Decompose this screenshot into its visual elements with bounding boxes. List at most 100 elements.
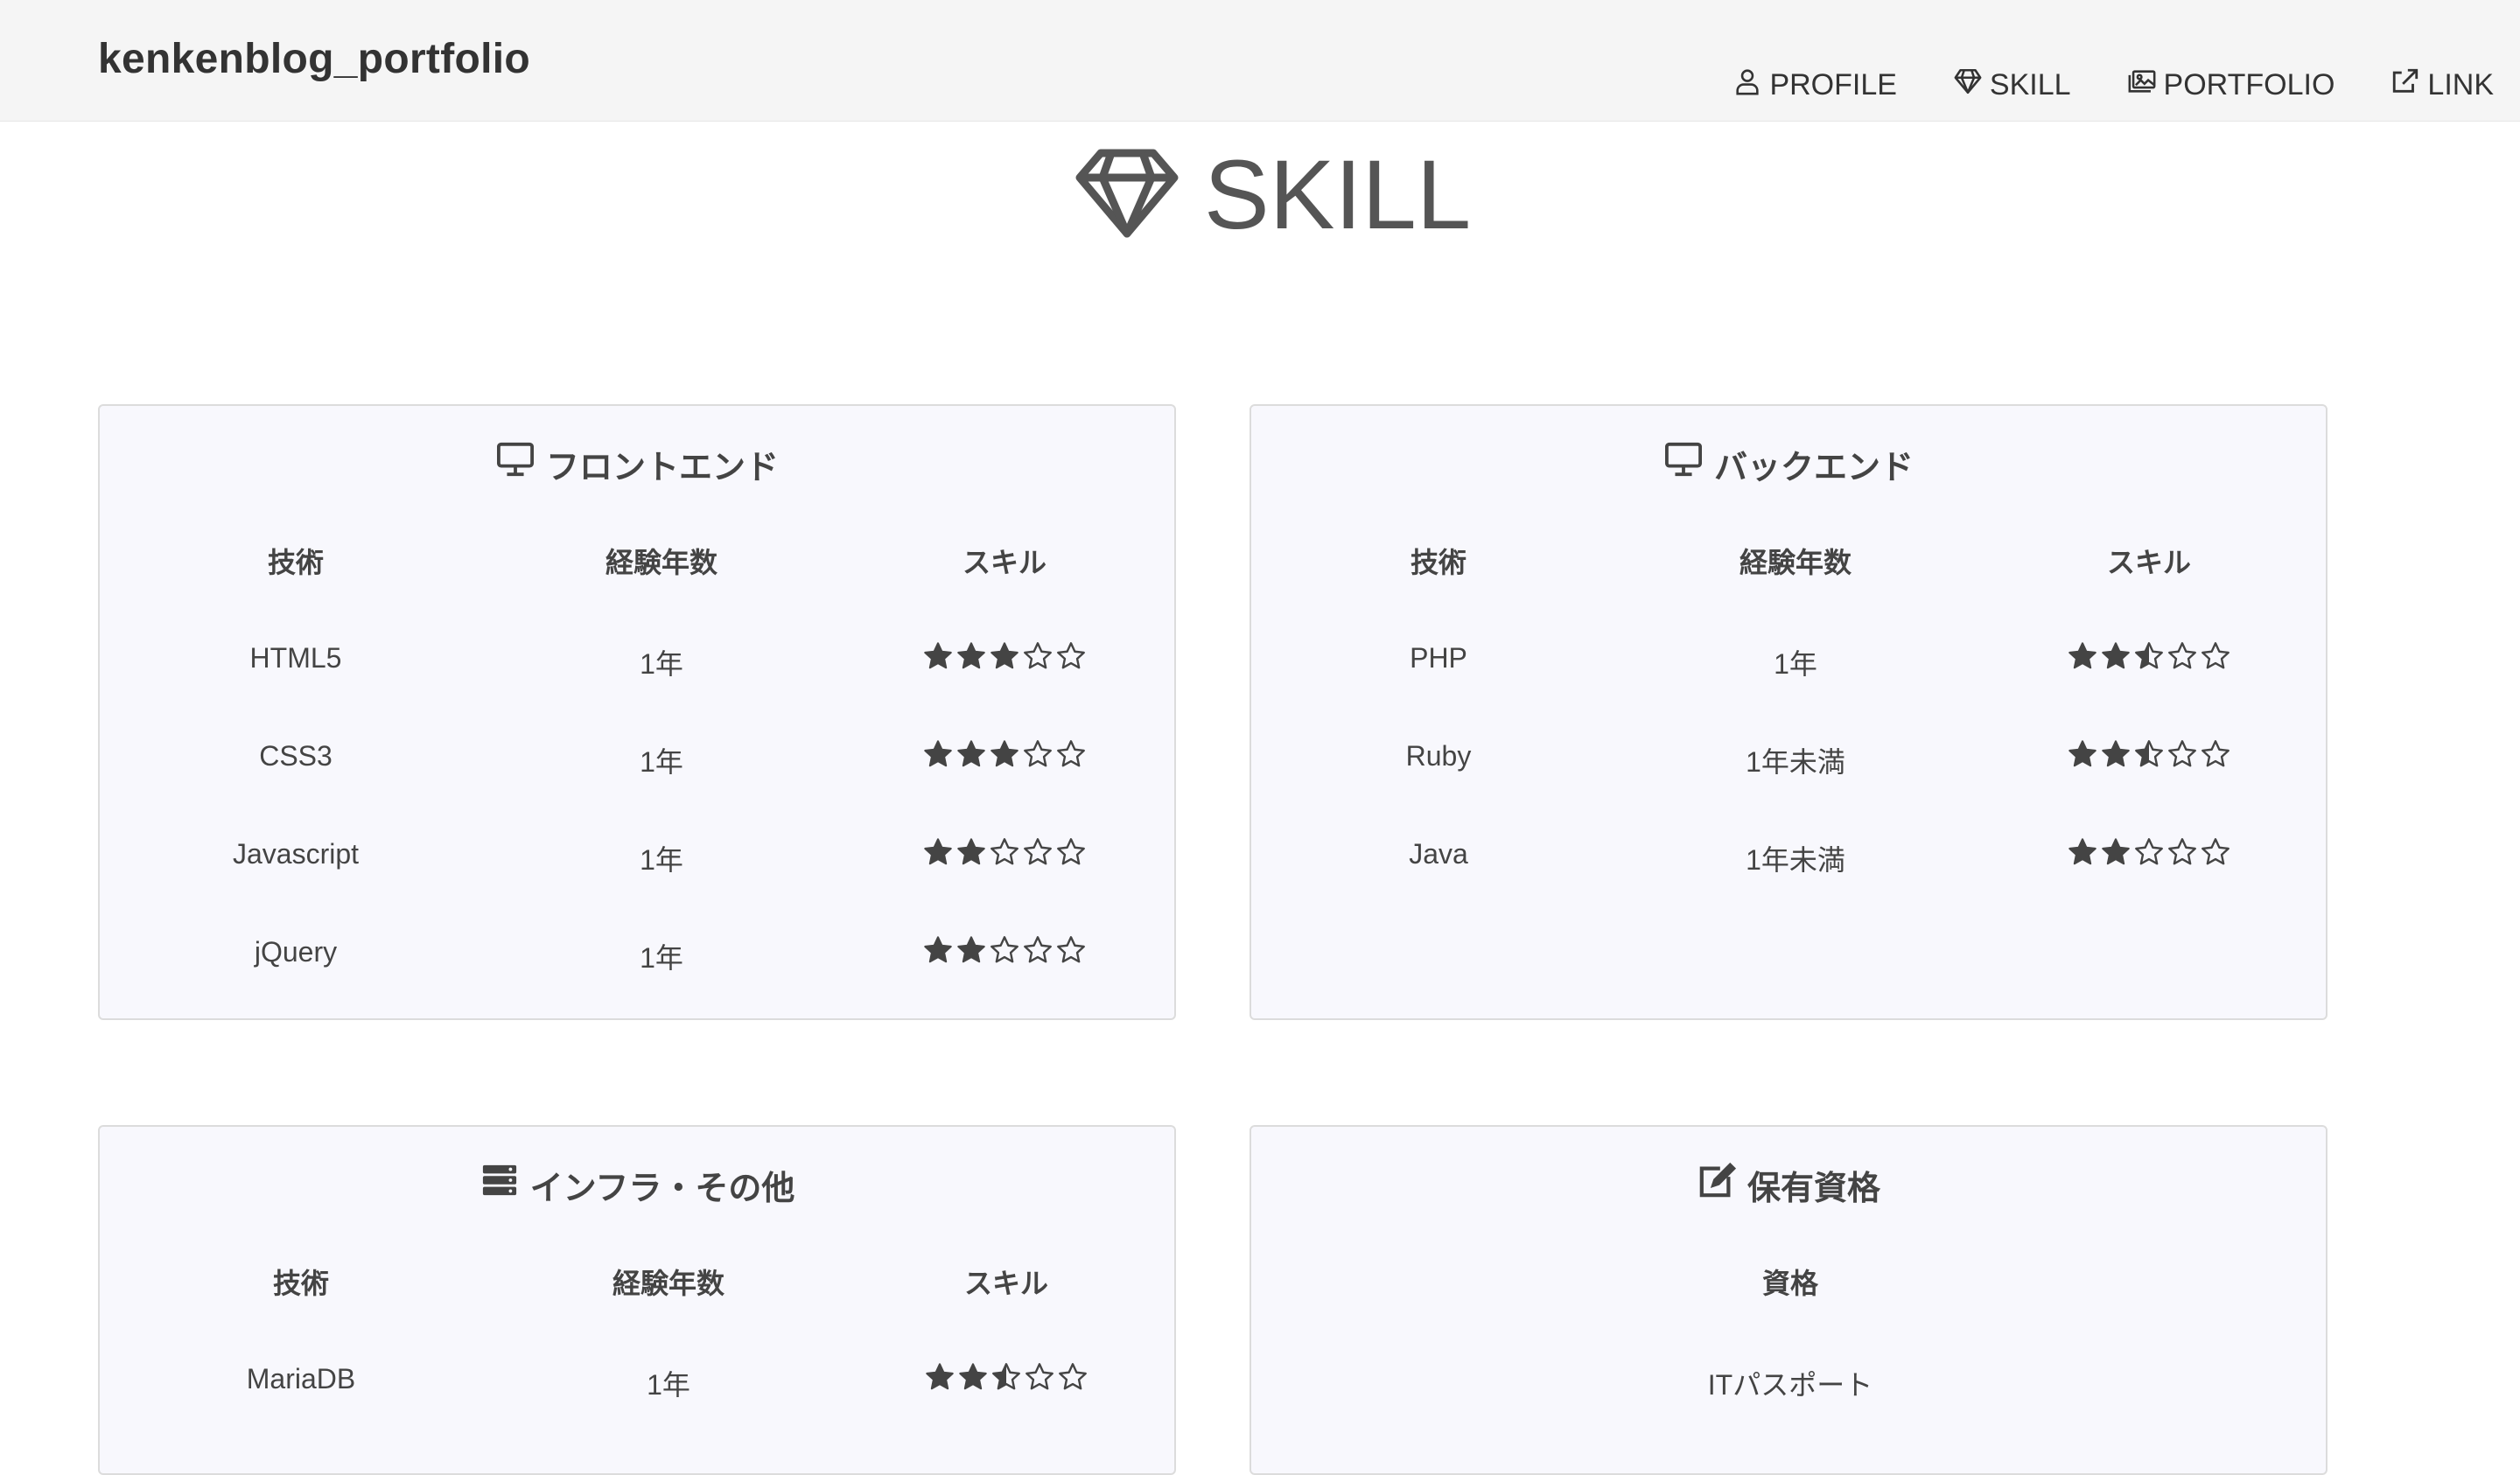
- star-filled-icon: [2100, 836, 2132, 872]
- star-rating: [922, 836, 1087, 872]
- star-filled-icon: [956, 640, 987, 676]
- star-rating: [2067, 836, 2231, 872]
- nav-link-label: LINK: [2427, 68, 2494, 101]
- star-rating: [922, 640, 1087, 676]
- navbar: kenkenblog_portfolio PROFILE SKILL PORTF…: [0, 0, 2520, 122]
- star-empty-icon: [1022, 738, 1054, 774]
- star-empty-icon: [2133, 836, 2165, 872]
- card-header: フロントエンド: [100, 437, 1174, 490]
- star-half-icon: [2133, 640, 2165, 676]
- star-filled-icon: [2067, 738, 2098, 774]
- star-empty-icon: [1057, 1361, 1088, 1397]
- star-rating: [2067, 738, 2231, 774]
- backend-skill-card: バックエンド 技術 経験年数 スキル PHP 1年 Ruby 1年未満 Java…: [1250, 404, 2328, 1020]
- page-title: SKILL: [1204, 139, 1472, 249]
- nav-link-label: SKILL: [1989, 68, 2071, 101]
- star-filled-icon: [922, 640, 954, 676]
- star-filled-icon: [956, 738, 987, 774]
- table-cell-years: 1年: [640, 648, 683, 680]
- star-filled-icon: [922, 836, 954, 872]
- table-cell-years: 1年: [640, 844, 683, 876]
- desktop-icon: [495, 441, 536, 486]
- star-empty-icon: [1055, 640, 1087, 676]
- table-cell-years: 1年: [647, 1369, 690, 1401]
- table-cell-years: 1年: [640, 942, 683, 974]
- star-empty-icon: [1055, 738, 1087, 774]
- column-header-tech: 技術: [267, 547, 325, 578]
- star-filled-icon: [2100, 738, 2132, 774]
- certifications-card: 保有資格 資格 ITパスポート: [1250, 1125, 2328, 1475]
- table-cell-tech: PHP: [1410, 642, 1467, 674]
- star-empty-icon: [1055, 836, 1087, 872]
- table-cell-years: 1年未満: [1746, 746, 1845, 778]
- table-cell-tech: Ruby: [1405, 740, 1472, 772]
- desktop-icon: [1663, 441, 1704, 486]
- star-empty-icon: [2166, 738, 2198, 774]
- star-filled-icon: [924, 1361, 956, 1397]
- column-header-skill: スキル: [2106, 547, 2192, 578]
- card-title: フロントエンド: [545, 449, 779, 486]
- card-title: 保有資格: [1746, 1170, 1880, 1207]
- star-empty-icon: [1022, 836, 1054, 872]
- column-header-skill: スキル: [963, 1268, 1049, 1299]
- star-rating: [2067, 640, 2231, 676]
- star-empty-icon: [2200, 640, 2231, 676]
- table-cell-tech: Java: [1409, 838, 1468, 870]
- column-header-years: 経験年数: [612, 1268, 725, 1299]
- column-header-years: 経験年数: [605, 547, 718, 578]
- table-cell-tech: jQuery: [254, 936, 338, 968]
- table-cell-tech: HTML5: [249, 642, 342, 674]
- star-filled-icon: [922, 738, 954, 774]
- table-cell-tech: MariaDB: [246, 1363, 356, 1395]
- star-filled-icon: [922, 934, 954, 970]
- star-empty-icon: [989, 934, 1020, 970]
- card-header: バックエンド: [1251, 437, 2326, 490]
- card-header: インフラ・その他: [100, 1158, 1174, 1211]
- star-half-icon: [2133, 738, 2165, 774]
- frontend-skill-card: フロントエンド 技術 経験年数 スキル HTML5 1年 CSS3 1年 Jav…: [98, 404, 1176, 1020]
- table-cell-tech: CSS3: [259, 740, 332, 772]
- images-icon: [2127, 66, 2157, 104]
- star-filled-icon: [956, 934, 987, 970]
- star-rating: [922, 738, 1087, 774]
- star-empty-icon: [1024, 1361, 1055, 1397]
- star-filled-icon: [2067, 836, 2098, 872]
- nav-link-profile[interactable]: PROFILE: [1732, 66, 1897, 104]
- table-cell-years: 1年: [1774, 648, 1817, 680]
- nav-link-portfolio[interactable]: PORTFOLIO: [2127, 66, 2334, 104]
- table-cell-years: 1年未満: [1746, 844, 1845, 876]
- star-empty-icon: [1055, 934, 1087, 970]
- star-empty-icon: [2200, 738, 2231, 774]
- gem-icon: [1074, 144, 1180, 245]
- nav-link-link[interactable]: LINK: [2390, 66, 2494, 104]
- table-cell-cert: ITパスポート: [1707, 1369, 1873, 1401]
- column-header-tech: 技術: [272, 1268, 330, 1299]
- star-rating: [922, 934, 1087, 970]
- column-header-years: 経験年数: [1739, 547, 1852, 578]
- star-filled-icon: [957, 1361, 989, 1397]
- card-header: 保有資格: [1251, 1158, 2326, 1211]
- star-filled-icon: [989, 738, 1020, 774]
- star-rating: [924, 1361, 1088, 1397]
- star-empty-icon: [2166, 640, 2198, 676]
- table-cell-years: 1年: [640, 746, 683, 778]
- star-empty-icon: [1022, 640, 1054, 676]
- edit-icon: [1697, 1162, 1737, 1207]
- star-filled-icon: [989, 640, 1020, 676]
- star-filled-icon: [2100, 640, 2132, 676]
- brand-logo[interactable]: kenkenblog_portfolio: [98, 35, 530, 83]
- nav-link-skill[interactable]: SKILL: [1953, 66, 2071, 104]
- nav-links: PROFILE SKILL PORTFOLIO LINK: [1732, 66, 2494, 104]
- star-filled-icon: [956, 836, 987, 872]
- star-empty-icon: [2200, 836, 2231, 872]
- card-title: バックエンド: [1713, 449, 1914, 486]
- server-icon: [480, 1162, 520, 1207]
- column-header-tech: 技術: [1410, 547, 1467, 578]
- section-title: SKILL: [1074, 140, 1471, 249]
- user-icon: [1732, 66, 1762, 104]
- external-link-icon: [2390, 66, 2420, 104]
- gem-icon: [1953, 66, 1983, 104]
- table-cell-tech: Javascript: [232, 838, 360, 870]
- infra-skill-card: インフラ・その他 技術 経験年数 スキル MariaDB 1年: [98, 1125, 1176, 1475]
- nav-link-label: PROFILE: [1769, 68, 1897, 101]
